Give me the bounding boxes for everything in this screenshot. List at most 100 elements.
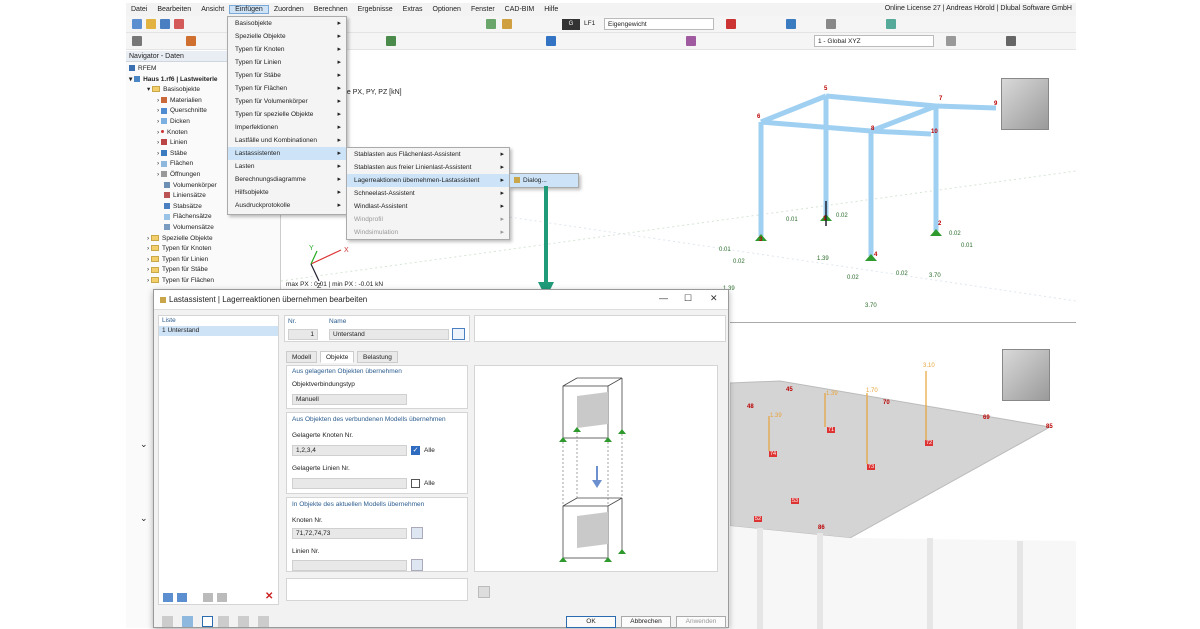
member-icon[interactable] [546, 36, 556, 46]
chevron-down-icon[interactable]: ⌄ [140, 513, 148, 524]
menu-hilfe[interactable]: Hilfe [539, 6, 563, 13]
menu-cad-bim[interactable]: CAD-BIM [500, 6, 540, 13]
search-icon[interactable] [162, 616, 173, 627]
menu-optionen[interactable]: Optionen [428, 6, 466, 13]
knoten-field[interactable]: 71,72,74,73 [292, 528, 407, 539]
obj-type-select[interactable]: Manuell [292, 394, 407, 405]
menu-item-stablasten-flaeche[interactable]: Stablasten aus Flächenlast-Assistent [347, 148, 509, 161]
menu-ergebnisse[interactable]: Ergebnisse [353, 6, 398, 13]
navigation-cube-icon[interactable] [1001, 78, 1049, 130]
node-label: 3 [759, 237, 763, 243]
menu-einfuegen[interactable]: Einfügen [229, 5, 269, 14]
menu-item-typen-flaechen[interactable]: Typen für Flächen [228, 82, 346, 95]
tab-objekte[interactable]: Objekte [320, 351, 355, 363]
menu-datei[interactable]: Datei [126, 6, 152, 13]
model-viewport-2[interactable]: 1.39 1.39 1.70 3.10 45 48 70 69 85 71 72… [730, 322, 1076, 629]
comment-field[interactable] [286, 578, 468, 601]
menu-item-windlast[interactable]: Windlast-Assistent [347, 200, 509, 213]
delete-icon[interactable] [726, 19, 736, 29]
view-icon[interactable] [786, 19, 796, 29]
calc-icon[interactable] [486, 19, 496, 29]
tree-item[interactable]: Volumensätze [129, 223, 280, 234]
tree-item[interactable]: › Typen für Stäbe [129, 265, 280, 276]
copy-icon[interactable] [177, 593, 187, 602]
alle-checkbox[interactable] [411, 479, 420, 488]
open-icon[interactable] [146, 19, 156, 29]
tree-item[interactable]: › Spezielle Objekte [129, 234, 280, 245]
menu-item-spezielle-objekte[interactable]: Spezielle Objekte [228, 30, 346, 43]
filter-icon[interactable] [886, 19, 896, 29]
tab-modell[interactable]: Modell [286, 351, 318, 363]
close-icon[interactable]: ✕ [710, 293, 718, 304]
menu-berechnen[interactable]: Berechnen [309, 6, 353, 13]
chevron-down-icon[interactable]: ⌄ [140, 439, 148, 450]
maximize-icon[interactable]: ☐ [684, 293, 692, 304]
menu-item-typen-volumen[interactable]: Typen für Volumenkörper [228, 95, 346, 108]
menu-item-basisobjekte[interactable]: Basisobjekte [228, 17, 346, 30]
menu-item-berechnungsdiagramme[interactable]: Berechnungsdiagramme [228, 173, 346, 186]
pick-icon[interactable] [411, 559, 423, 571]
snap-icon[interactable] [1006, 36, 1016, 46]
add-icon[interactable] [163, 593, 173, 602]
lines-field[interactable] [292, 478, 407, 489]
units-icon[interactable] [182, 616, 193, 627]
menu-item-schneelast[interactable]: Schneelast-Assistent [347, 187, 509, 200]
name-field[interactable]: Unterstand [329, 329, 449, 340]
linien-field[interactable] [292, 560, 407, 571]
menu-item-lagerreaktionen[interactable]: Lagerreaktionen übernehmen-Lastassistent [347, 174, 509, 187]
menu-item-typen-spezielle[interactable]: Typen für spezielle Objekte [228, 108, 346, 121]
navigation-cube-icon[interactable] [1002, 349, 1050, 401]
info-icon[interactable] [238, 616, 249, 627]
menu-item-lastfaelle[interactable]: Lastfälle und Kombinationen [228, 134, 346, 147]
cancel-button[interactable]: Abbrechen [621, 616, 671, 628]
save-icon[interactable] [160, 19, 170, 29]
menu-item-typen-linien[interactable]: Typen für Linien [228, 56, 346, 69]
tree-item[interactable]: › Typen für Flächen [129, 276, 280, 287]
menu-item-ausdruckprotokolle[interactable]: Ausdruckprotokolle [228, 199, 346, 212]
formula-icon[interactable] [258, 616, 269, 627]
select-icon[interactable] [132, 36, 142, 46]
menu-ansicht[interactable]: Ansicht [196, 6, 229, 13]
tree-item[interactable]: › Typen für Linien [129, 255, 280, 266]
display-icon[interactable] [826, 19, 836, 29]
node-label: 48 [747, 404, 754, 410]
minimize-icon[interactable]: — [659, 293, 668, 303]
tab-belastung[interactable]: Belastung [357, 351, 398, 363]
menu-item-lasten[interactable]: Lasten [228, 160, 346, 173]
nr-field[interactable]: 1 [288, 329, 318, 340]
menu-item-imperfektionen[interactable]: Imperfektionen [228, 121, 346, 134]
menu-item-lastassistenten[interactable]: Lastassistenten [228, 147, 346, 160]
menu-item-typen-knoten[interactable]: Typen für Knoten [228, 43, 346, 56]
support-icon[interactable] [386, 36, 396, 46]
reaction-value: 0.02 [896, 271, 908, 277]
alle-checkbox-checked[interactable]: ✓ [411, 446, 420, 455]
loadcase-select[interactable]: Eigengewicht [604, 18, 714, 30]
pick-icon[interactable] [411, 527, 423, 539]
section-icon[interactable] [686, 36, 696, 46]
apply-button[interactable]: Anwenden [676, 616, 726, 628]
table-icon[interactable] [218, 616, 229, 627]
menu-item-typen-staebe[interactable]: Typen für Stäbe [228, 69, 346, 82]
tree-item[interactable]: › Typen für Knoten [129, 244, 280, 255]
menu-extras[interactable]: Extras [398, 6, 428, 13]
results-icon[interactable] [502, 19, 512, 29]
menu-fenster[interactable]: Fenster [466, 6, 500, 13]
print-icon[interactable] [174, 19, 184, 29]
check-icon[interactable] [203, 593, 213, 602]
view-icon[interactable] [202, 616, 213, 627]
nodes-field[interactable]: 1,2,3,4 [292, 445, 407, 456]
menu-zuordnen[interactable]: Zuordnen [269, 6, 309, 13]
menu-item-stablasten-linie[interactable]: Stablasten aus freier Linienlast-Assiste… [347, 161, 509, 174]
delete-icon[interactable]: ✕ [265, 591, 273, 602]
edit-icon[interactable] [452, 328, 465, 340]
move-icon[interactable] [186, 36, 196, 46]
menu-bearbeiten[interactable]: Bearbeiten [152, 6, 196, 13]
new-icon[interactable] [132, 19, 142, 29]
coord-system-select[interactable]: 1 - Global XYZ [814, 35, 934, 47]
settings-icon[interactable] [478, 586, 490, 598]
grid-icon[interactable] [946, 36, 956, 46]
menu-item-hilfsobjekte[interactable]: Hilfsobjekte [228, 186, 346, 199]
list-item[interactable]: 1 Unterstand [159, 326, 278, 336]
uncheck-icon[interactable] [217, 593, 227, 602]
ok-button[interactable]: OK [566, 616, 616, 628]
